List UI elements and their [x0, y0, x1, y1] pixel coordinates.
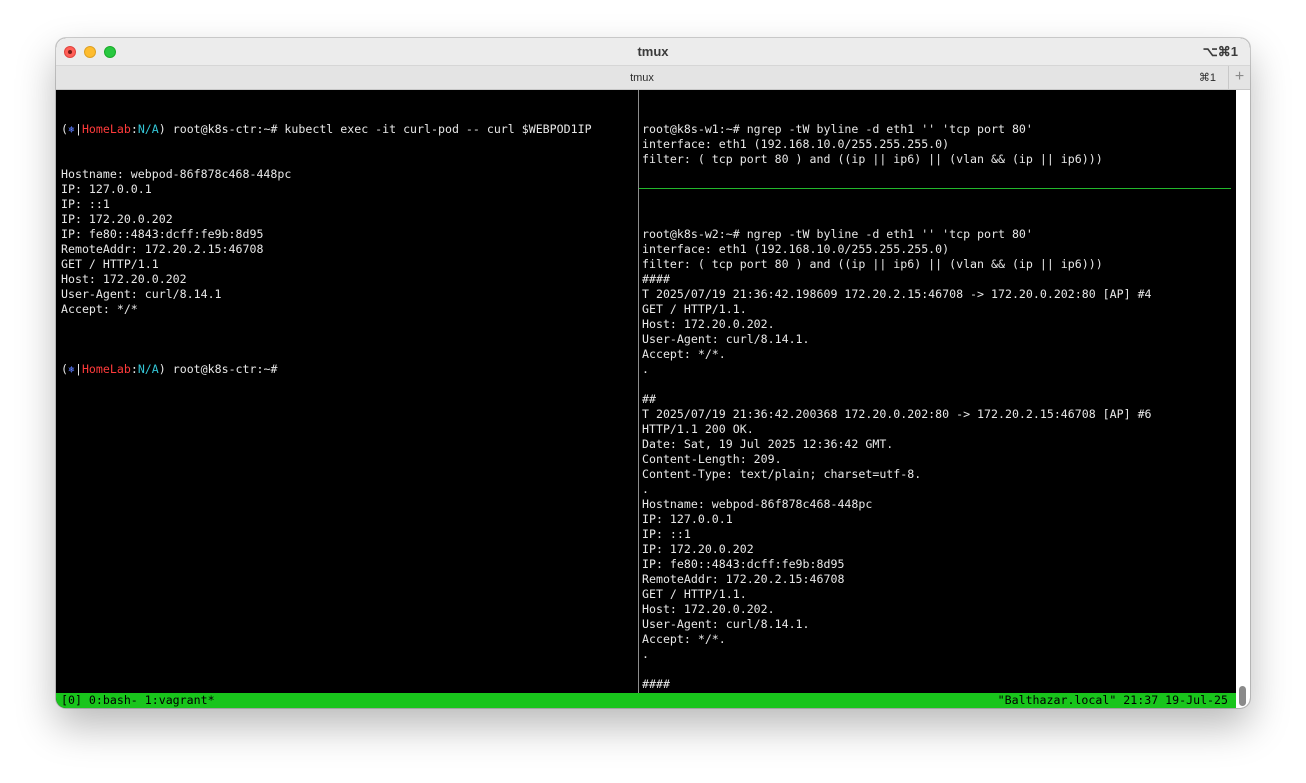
kube-namespace: N/A: [137, 362, 159, 376]
output-line: IP: 172.20.0.202: [61, 212, 173, 226]
ngrep-w2-line: Content-Length: 209.: [642, 452, 782, 466]
title-bar[interactable]: tmux ⌥⌘1: [56, 38, 1250, 66]
ngrep-w2-line: User-Agent: curl/8.14.1.: [642, 617, 810, 631]
ngrep-w2-line: GET / HTTP/1.1.: [642, 302, 747, 316]
ngrep-w2-line: T 2025/07/19 21:36:42.200368 172.20.0.20…: [642, 407, 1152, 421]
ngrep-w2-line: Host: 172.20.0.202.: [642, 602, 775, 616]
output-line: IP: fe80::4843:dcff:fe9b:8d95: [61, 227, 264, 241]
right-bottom-pane[interactable]: root@k8s-w2:~# ngrep -tW byline -d eth1 …: [642, 197, 1232, 691]
command-output: Hostname: webpod-86f878c468-448pc IP: 127…: [61, 167, 637, 332]
output-line: Hostname: webpod-86f878c468-448pc: [61, 167, 292, 181]
ngrep-w2-line: root@k8s-w2:~# ngrep -tW byline -d eth1 …: [642, 227, 1033, 241]
ngrep-w2-line: interface: eth1 (192.168.10.0/255.255.25…: [642, 242, 950, 256]
ngrep-w2-line: ####: [642, 272, 670, 286]
ngrep-w2-line: Accept: */*.: [642, 632, 726, 646]
output-line: IP: ::1: [61, 197, 110, 211]
ngrep-w2-line: filter: ( tcp port 80 ) and ((ip || ip6)…: [642, 257, 1103, 271]
ngrep-w2-line: .: [642, 647, 649, 661]
ngrep-w2-line: Accept: */*.: [642, 347, 726, 361]
ngrep-w2-line: IP: 172.20.0.202: [642, 542, 754, 556]
new-tab-button[interactable]: +: [1228, 66, 1250, 90]
prompt-line-2: (⎈|HomeLab:N/A) root@k8s-ctr:~#: [61, 362, 285, 376]
ngrep-w2-line: RemoteAddr: 172.20.2.15:46708: [642, 572, 845, 586]
ngrep-w2-line: ####: [642, 677, 670, 691]
tab-bar: tmux ⌘1 +: [56, 66, 1250, 90]
scrollbar-track[interactable]: [1236, 90, 1250, 708]
output-line: Host: 172.20.0.202: [61, 272, 187, 286]
status-host-time: "Balthazar.local" 21:37 19-Jul-25: [997, 693, 1228, 707]
output-line: Accept: */*: [61, 302, 138, 316]
window-title: tmux: [637, 44, 669, 59]
ngrep-w2-line: ##: [642, 392, 656, 406]
output-line: IP: 127.0.0.1: [61, 182, 152, 196]
ngrep-w2-line: T 2025/07/19 21:36:42.198609 172.20.2.15…: [642, 287, 1152, 301]
ngrep-w2-line: Date: Sat, 19 Jul 2025 12:36:42 GMT.: [642, 437, 894, 451]
ngrep-w2-line: Hostname: webpod-86f878c468-448pc: [642, 497, 873, 511]
prompt-line-1: (⎈|HomeLab:N/A) root@k8s-ctr:~# kubectl …: [61, 122, 592, 136]
kube-namespace: N/A: [137, 122, 159, 136]
kube-icon: ⎈: [67, 362, 75, 376]
ngrep-w2-line: User-Agent: curl/8.14.1.: [642, 332, 810, 346]
kube-context: HomeLab: [81, 362, 131, 376]
ngrep-w2-line: [642, 662, 1232, 677]
ngrep-w1-line: interface: eth1 (192.168.10.0/255.255.25…: [642, 137, 950, 151]
command-text: kubectl exec -it curl-pod -- curl $WEBPO…: [284, 122, 592, 136]
ngrep-w2-line: Content-Type: text/plain; charset=utf-8.: [642, 467, 922, 481]
ngrep-w2-line: [642, 377, 1232, 392]
ngrep-w2-line: IP: 127.0.0.1: [642, 512, 733, 526]
tab-shortcut: ⌘1: [1198, 72, 1216, 84]
output-line: User-Agent: curl/8.14.1: [61, 287, 222, 301]
ngrep-w2-line: IP: ::1: [642, 527, 691, 541]
terminal-area[interactable]: (⎈|HomeLab:N/A) root@k8s-ctr:~# kubectl …: [56, 90, 1236, 693]
status-windows[interactable]: [0] 0:bash- 1:vagrant*: [61, 693, 215, 708]
output-line: GET / HTTP/1.1: [61, 257, 159, 271]
horizontal-pane-divider[interactable]: [639, 188, 1231, 189]
kube-icon: ⎈: [67, 122, 75, 136]
tab-tmux[interactable]: tmux: [56, 66, 1228, 90]
ngrep-w2-output: root@k8s-w2:~# ngrep -tW byline -d eth1 …: [642, 227, 1232, 691]
right-top-pane[interactable]: root@k8s-w1:~# ngrep -tW byline -d eth1 …: [642, 92, 1232, 186]
ngrep-w2-line: .: [642, 362, 649, 376]
ngrep-w1-line: root@k8s-w1:~# ngrep -tW byline -d eth1 …: [642, 122, 1033, 136]
kube-context: HomeLab: [81, 122, 131, 136]
ngrep-w2-line: HTTP/1.1 200 OK.: [642, 422, 754, 436]
scrollbar-thumb[interactable]: [1239, 686, 1246, 706]
ngrep-w2-line: IP: fe80::4843:dcff:fe9b:8d95: [642, 557, 845, 571]
ngrep-w1-output: root@k8s-w1:~# ngrep -tW byline -d eth1 …: [642, 122, 1232, 167]
terminal-window: tmux ⌥⌘1 tmux ⌘1 + (⎈|HomeLab:N/A) root@…: [56, 38, 1250, 708]
output-line: RemoteAddr: 172.20.2.15:46708: [61, 242, 264, 256]
window-shortcut: ⌥⌘1: [1202, 44, 1238, 59]
ngrep-w1-line: filter: ( tcp port 80 ) and ((ip || ip6)…: [642, 152, 1103, 166]
tmux-status-bar: [0] 0:bash- 1:vagrant* "Balthazar.local"…: [56, 693, 1236, 708]
ngrep-w2-line: GET / HTTP/1.1.: [642, 587, 747, 601]
ngrep-w2-line: .: [642, 482, 649, 496]
vertical-pane-divider[interactable]: [638, 90, 639, 693]
left-pane[interactable]: (⎈|HomeLab:N/A) root@k8s-ctr:~# kubectl …: [61, 92, 637, 692]
ngrep-w2-line: Host: 172.20.0.202.: [642, 317, 775, 331]
